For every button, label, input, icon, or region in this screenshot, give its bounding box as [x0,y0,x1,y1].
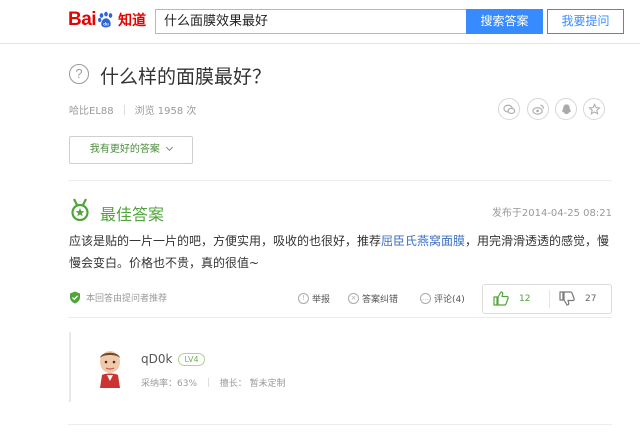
ask-question-button[interactable]: 我要提问 [547,9,624,34]
qq-share-icon[interactable] [555,98,577,120]
answerer-card: qD0k LV4 采纳率：63% 擅长： 暂未定制 [69,332,612,402]
question-meta: 哈比EL88 浏览 1958 次 [69,102,196,117]
avatar[interactable] [93,348,127,388]
expertise-value: 暂未定制 [249,379,286,389]
report-label: 举报 [312,295,331,305]
baidu-paw-icon: du [98,11,113,28]
product-link[interactable]: 屈臣氏燕窝面膜 [381,234,465,248]
correct-icon: × [348,293,359,304]
section-divider [68,317,612,318]
view-count: 浏览 1958 次 [134,106,197,117]
favorite-star-icon[interactable] [583,98,605,120]
recommend-note: 本回答由提问者推荐 [69,291,167,304]
question-title: 什么样的面膜最好？ [100,66,272,88]
question-circle-icon: ? [69,64,89,84]
answerer-name-row: qD0k LV4 [141,352,205,366]
answer-timestamp: 发布于2014-04-25 08:21 [491,208,612,219]
logo-text-zhidao: 知道 [118,13,147,29]
recommend-note-text: 本回答由提问者推荐 [86,294,168,304]
upvote-count: 12 [519,293,531,304]
section-divider [68,180,612,181]
answerer-stats: 采纳率：63% 擅长： 暂未定制 [141,376,286,389]
asker-name[interactable]: 哈比EL88 [69,106,114,117]
report-icon: ! [298,293,309,304]
upvote-button[interactable]: 12 [493,291,530,306]
section-divider [68,424,612,425]
answerer-name[interactable]: qD0k [141,352,172,366]
stats-separator [207,378,209,387]
baidu-zhidao-logo[interactable]: Bai du 知道 [68,8,146,32]
shield-check-icon [70,291,80,304]
expertise-label: 擅长： [219,379,247,389]
wechat-share-icon[interactable] [498,98,520,120]
downvote-button[interactable]: 27 [559,291,596,306]
best-answer-title: 最佳答案 [100,205,165,224]
level-badge: LV4 [178,352,205,366]
downvote-count: 27 [585,293,597,304]
comment-icon: … [420,293,431,304]
answer-content: 应该是贴的一片一片的吧，方便实用，吸收的也很好，推荐屈臣氏燕窝面膜，用完滑滑透透… [69,230,617,274]
vote-divider [549,290,550,308]
correct-answer-label: 答案纠错 [362,295,399,305]
answer-text-before: 应该是贴的一片一片的吧，方便实用，吸收的也很好，推荐 [69,234,382,248]
best-answer-medal-icon [71,198,89,222]
adoption-rate: 采纳率：63% [141,379,198,389]
thumbs-up-icon [493,291,509,306]
better-answer-button[interactable]: 我有更好的答案 [69,136,193,164]
logo-text-bai: Bai [68,9,97,30]
logo-text-du: du [103,21,109,26]
correct-answer-action[interactable]: × 答案纠错 [348,292,398,305]
chevron-down-icon [166,143,174,152]
search-answers-button[interactable]: 搜索答案 [466,9,543,34]
thumbs-down-icon [559,291,575,306]
search-input[interactable]: 什么面膜效果最好 [155,9,466,34]
report-action[interactable]: ! 举报 [298,292,330,305]
weibo-share-icon[interactable] [527,98,549,120]
top-header: Bai du 知道 什么面膜效果最好 搜索答案 我要提问 [0,0,640,44]
comment-action[interactable]: … 评论(4) [420,292,465,305]
better-answer-label: 我有更好的答案 [89,144,160,155]
comment-label: 评论(4) [434,295,465,305]
vote-box: 12 27 [482,284,612,314]
meta-separator [123,105,125,115]
